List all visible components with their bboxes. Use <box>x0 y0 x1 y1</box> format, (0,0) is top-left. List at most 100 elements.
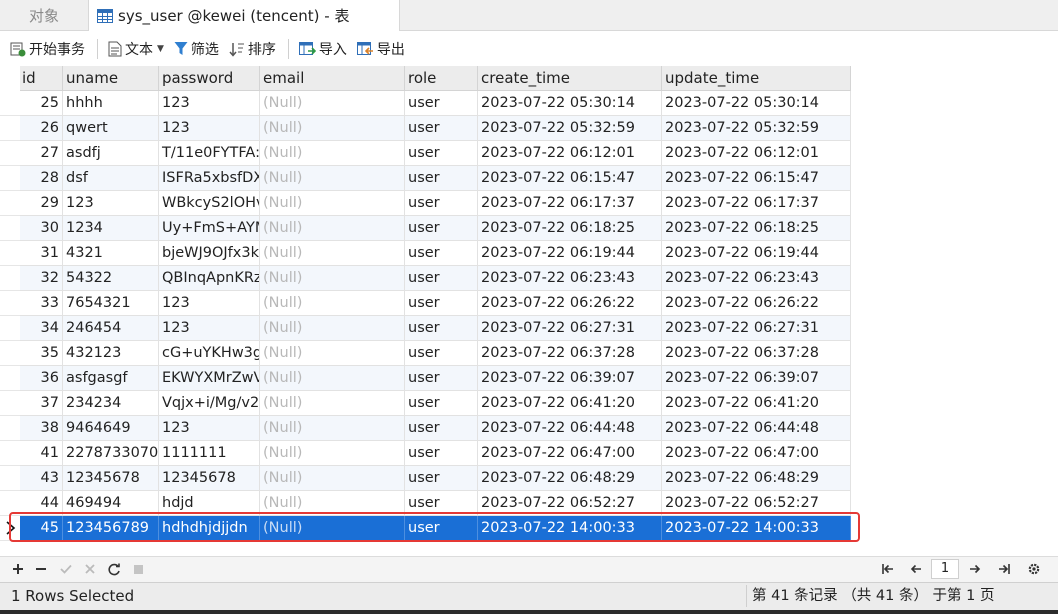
row-selector[interactable] <box>0 341 20 366</box>
cell-update-time[interactable]: 2023-07-22 06:23:43 <box>662 266 851 291</box>
row-selector[interactable] <box>0 491 20 516</box>
cell-password[interactable]: 12345678 <box>159 466 260 491</box>
cell-role[interactable]: user <box>405 166 478 191</box>
cell-update-time[interactable]: 2023-07-22 06:39:07 <box>662 366 851 391</box>
cell-email[interactable]: (Null) <box>260 166 405 191</box>
cell-password[interactable]: 123 <box>159 116 260 141</box>
cell-id[interactable]: 26 <box>20 116 63 141</box>
cell-create-time[interactable]: 2023-07-22 06:12:01 <box>478 141 662 166</box>
row-selector[interactable] <box>0 241 20 266</box>
sort-button[interactable]: 排序 <box>225 37 280 61</box>
cell-email[interactable]: (Null) <box>260 191 405 216</box>
table-row[interactable]: 43 12345678 12345678 (Null) user 2023-07-22 0… <box>20 466 851 491</box>
cell-email[interactable]: (Null) <box>260 516 405 541</box>
cell-update-time[interactable]: 2023-07-22 06:26:22 <box>662 291 851 316</box>
table-row[interactable]: 31 4321 bjeWJ9OJfx3k (Null) user 2023-07-22 0… <box>20 241 851 266</box>
cell-role[interactable]: user <box>405 391 478 416</box>
refresh-icon[interactable] <box>105 560 123 578</box>
stop-icon[interactable] <box>129 560 147 578</box>
cell-password[interactable]: 123 <box>159 416 260 441</box>
cell-id[interactable]: 27 <box>20 141 63 166</box>
cell-create-time[interactable]: 2023-07-22 06:17:37 <box>478 191 662 216</box>
cell-uname[interactable]: dsf <box>63 166 159 191</box>
cell-role[interactable]: user <box>405 441 478 466</box>
table-row[interactable]: 33 7654321 123 (Null) user 2023-07-22 06:26:2… <box>20 291 851 316</box>
cell-update-time[interactable]: 2023-07-22 06:41:20 <box>662 391 851 416</box>
row-selector[interactable] <box>0 291 20 316</box>
cell-uname[interactable]: 7654321 <box>63 291 159 316</box>
first-page-icon[interactable] <box>879 560 897 578</box>
cell-password[interactable]: QBInqApnKRz <box>159 266 260 291</box>
cell-create-time[interactable]: 2023-07-22 06:23:43 <box>478 266 662 291</box>
cell-id[interactable]: 44 <box>20 491 63 516</box>
row-selector[interactable] <box>0 91 20 116</box>
cell-role[interactable]: user <box>405 216 478 241</box>
cell-update-time[interactable]: 2023-07-22 06:37:28 <box>662 341 851 366</box>
cell-id[interactable]: 30 <box>20 216 63 241</box>
row-selector[interactable] <box>0 316 20 341</box>
delete-icon[interactable] <box>32 560 50 578</box>
cell-role[interactable]: user <box>405 491 478 516</box>
export-button[interactable]: 导出 <box>353 37 409 61</box>
cell-email[interactable]: (Null) <box>260 91 405 116</box>
row-selector[interactable] <box>0 466 20 491</box>
cell-create-time[interactable]: 2023-07-22 14:00:33 <box>478 516 662 541</box>
cell-email[interactable]: (Null) <box>260 466 405 491</box>
cell-role[interactable]: user <box>405 141 478 166</box>
column-header-role[interactable]: role <box>405 66 478 91</box>
cell-role[interactable]: user <box>405 241 478 266</box>
table-row[interactable]: 27 asdfj T/11e0FYTFA: (Null) user 2023-07-22 … <box>20 141 851 166</box>
cell-update-time[interactable]: 2023-07-22 06:15:47 <box>662 166 851 191</box>
cell-uname[interactable]: 12345678 <box>63 466 159 491</box>
column-header-update-time[interactable]: update_time <box>662 66 851 91</box>
cell-create-time[interactable]: 2023-07-22 06:47:00 <box>478 441 662 466</box>
column-header-create-time[interactable]: create_time <box>478 66 662 91</box>
table-row[interactable]: 29 123 WBkcyS2lOHv (Null) user 2023-07-22 06:… <box>20 191 851 216</box>
settings-icon[interactable] <box>1025 560 1043 578</box>
discard-icon[interactable] <box>81 560 99 578</box>
row-selector[interactable] <box>0 166 20 191</box>
table-row[interactable]: 44 469494 hdjd (Null) user 2023-07-22 06:52:2… <box>20 491 851 516</box>
cell-create-time[interactable]: 2023-07-22 06:27:31 <box>478 316 662 341</box>
cell-create-time[interactable]: 2023-07-22 06:48:29 <box>478 466 662 491</box>
cell-id[interactable]: 25 <box>20 91 63 116</box>
column-header-uname[interactable]: uname <box>63 66 159 91</box>
row-selector[interactable] <box>0 216 20 241</box>
cell-password[interactable]: 1111111 <box>159 441 260 466</box>
cell-update-time[interactable]: 2023-07-22 06:17:37 <box>662 191 851 216</box>
cell-update-time[interactable]: 2023-07-22 06:18:25 <box>662 216 851 241</box>
cell-password[interactable]: 123 <box>159 316 260 341</box>
cell-role[interactable]: user <box>405 341 478 366</box>
cell-uname[interactable]: 2278733070 <box>63 441 159 466</box>
cell-id[interactable]: 43 <box>20 466 63 491</box>
cell-id[interactable]: 34 <box>20 316 63 341</box>
cell-uname[interactable]: 123 <box>63 191 159 216</box>
row-selector[interactable] <box>0 416 20 441</box>
table-row[interactable]: 35 432123 cG+uYKHw3g (Null) user 2023-07-22 0… <box>20 341 851 366</box>
table-row[interactable]: 32 54322 QBInqApnKRz (Null) user 2023-07-22 0… <box>20 266 851 291</box>
cell-role[interactable]: user <box>405 191 478 216</box>
cell-create-time[interactable]: 2023-07-22 06:44:48 <box>478 416 662 441</box>
table-row[interactable]: 25 hhhh 123 (Null) user 2023-07-22 05:30:14 20… <box>20 91 851 116</box>
cell-email[interactable]: (Null) <box>260 291 405 316</box>
table-row[interactable]: 41 2278733070 1111111 (Null) user 2023-07-22 … <box>20 441 851 466</box>
cell-uname[interactable]: 469494 <box>63 491 159 516</box>
last-page-icon[interactable] <box>995 560 1013 578</box>
cell-email[interactable]: (Null) <box>260 341 405 366</box>
cell-uname[interactable]: 1234 <box>63 216 159 241</box>
cell-email[interactable]: (Null) <box>260 366 405 391</box>
cell-email[interactable]: (Null) <box>260 441 405 466</box>
cell-password[interactable]: hdhdhjdjjdn <box>159 516 260 541</box>
cell-id[interactable]: 38 <box>20 416 63 441</box>
cell-password[interactable]: hdjd <box>159 491 260 516</box>
filter-button[interactable]: 筛选 <box>170 37 223 61</box>
table-row[interactable]: 38 9464649 123 (Null) user 2023-07-22 06:44:4… <box>20 416 851 441</box>
cell-id[interactable]: 35 <box>20 341 63 366</box>
cell-create-time[interactable]: 2023-07-22 06:26:22 <box>478 291 662 316</box>
cell-update-time[interactable]: 2023-07-22 06:12:01 <box>662 141 851 166</box>
column-header-id[interactable]: id <box>20 66 63 91</box>
cell-password[interactable]: Uy+FmS+AYM <box>159 216 260 241</box>
cell-update-time[interactable]: 2023-07-22 05:30:14 <box>662 91 851 116</box>
import-button[interactable]: 导入 <box>295 37 351 61</box>
cell-uname[interactable]: 246454 <box>63 316 159 341</box>
